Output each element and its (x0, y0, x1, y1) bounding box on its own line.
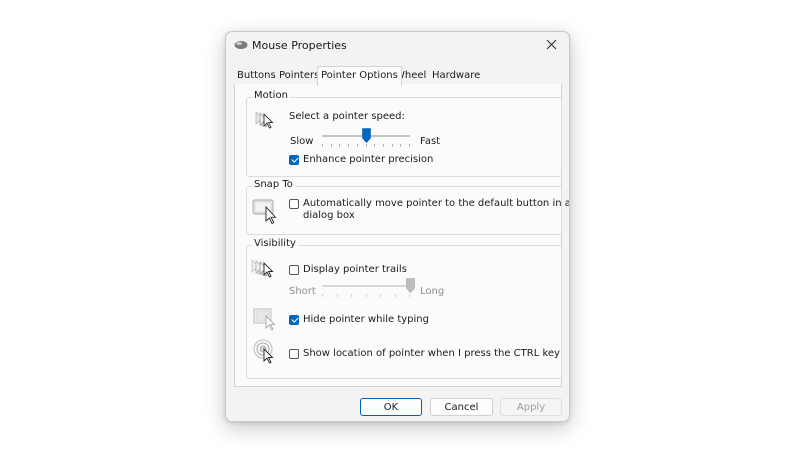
visibility-group-label: Visibility (252, 238, 298, 249)
slider-tick (374, 144, 375, 147)
speed-fast-label: Fast (420, 136, 441, 147)
pointer-speed-ticks (322, 144, 410, 148)
slider-tick (337, 294, 338, 297)
slider-tick (409, 144, 410, 147)
show-location-label: Show location of pointer when I press th… (303, 348, 560, 359)
tab-pointers[interactable]: Pointers (279, 68, 319, 84)
snap-to-label-line2: dialog box (303, 210, 355, 221)
slider-tick (383, 144, 384, 147)
slider-tick (351, 294, 352, 297)
slider-tick (339, 144, 340, 147)
snap-to-group-label: Snap To (252, 179, 295, 190)
speed-slow-label: Slow (290, 136, 314, 147)
slider-tick (348, 144, 349, 147)
enhance-precision-label: Enhance pointer precision (303, 154, 434, 165)
cancel-button[interactable]: Cancel (430, 398, 493, 416)
trail-length-ticks (322, 294, 410, 298)
hide-pointer-checkbox[interactable] (289, 315, 299, 325)
slider-tick (395, 294, 396, 297)
title-bar[interactable]: Mouse Properties (226, 32, 569, 60)
slider-tick (409, 294, 410, 297)
tab-buttons[interactable]: Buttons (237, 68, 276, 84)
show-location-checkbox[interactable] (289, 349, 299, 359)
close-button[interactable] (541, 37, 561, 55)
trail-length-thumb[interactable] (406, 278, 415, 293)
pointer-trails-icon (251, 258, 281, 285)
ok-button[interactable]: OK (360, 398, 422, 416)
slider-tick (400, 144, 401, 147)
slider-tick (322, 144, 323, 147)
snap-to-checkbox[interactable] (289, 199, 299, 209)
pointer-speed-label: Select a pointer speed: (289, 111, 405, 122)
slider-tick (380, 294, 381, 297)
mouse-icon (234, 40, 248, 53)
pointer-speed-thumb[interactable] (362, 128, 371, 143)
apply-button[interactable]: Apply (500, 398, 562, 416)
motion-group: Motion Select a pointer speed: Slow Fast… (246, 90, 562, 177)
slider-tick (357, 144, 358, 147)
slider-tick (392, 144, 393, 147)
trail-length-slider[interactable] (322, 285, 410, 287)
slider-tick (366, 144, 367, 147)
trail-long-label: Long (420, 286, 445, 297)
pointer-trails-label: Display pointer trails (303, 264, 407, 275)
snap-to-label-line1: Automatically move pointer to the defaul… (303, 198, 570, 209)
pointer-trails-checkbox[interactable] (289, 265, 299, 275)
enhance-precision-checkbox[interactable] (289, 155, 299, 165)
window-title: Mouse Properties (252, 39, 347, 52)
hide-pointer-label: Hide pointer while typing (303, 314, 429, 325)
hide-pointer-icon (253, 307, 281, 336)
pointer-options-panel: Motion Select a pointer speed: Slow Fast… (234, 84, 569, 387)
tab-hardware[interactable]: Hardware (432, 68, 480, 84)
mouse-properties-dialog: Mouse Properties Buttons Pointers Pointe… (225, 31, 570, 422)
slider-tick (366, 294, 367, 297)
pointer-speed-icon (254, 110, 278, 135)
close-icon (546, 39, 557, 53)
snap-to-group: Snap To Automatically move pointer to th… (246, 179, 569, 235)
motion-group-label: Motion (252, 90, 290, 101)
show-location-icon (253, 339, 279, 368)
slider-tick (331, 144, 332, 147)
visibility-group: Visibility Display pointer trails Short … (246, 238, 562, 379)
slider-tick (322, 294, 323, 297)
snap-to-button-icon (252, 196, 282, 229)
trail-short-label: Short (289, 286, 316, 297)
tab-pointer-options[interactable]: Pointer Options (317, 66, 402, 86)
tab-strip: Buttons Pointers Pointer Options Wheel H… (234, 66, 560, 86)
